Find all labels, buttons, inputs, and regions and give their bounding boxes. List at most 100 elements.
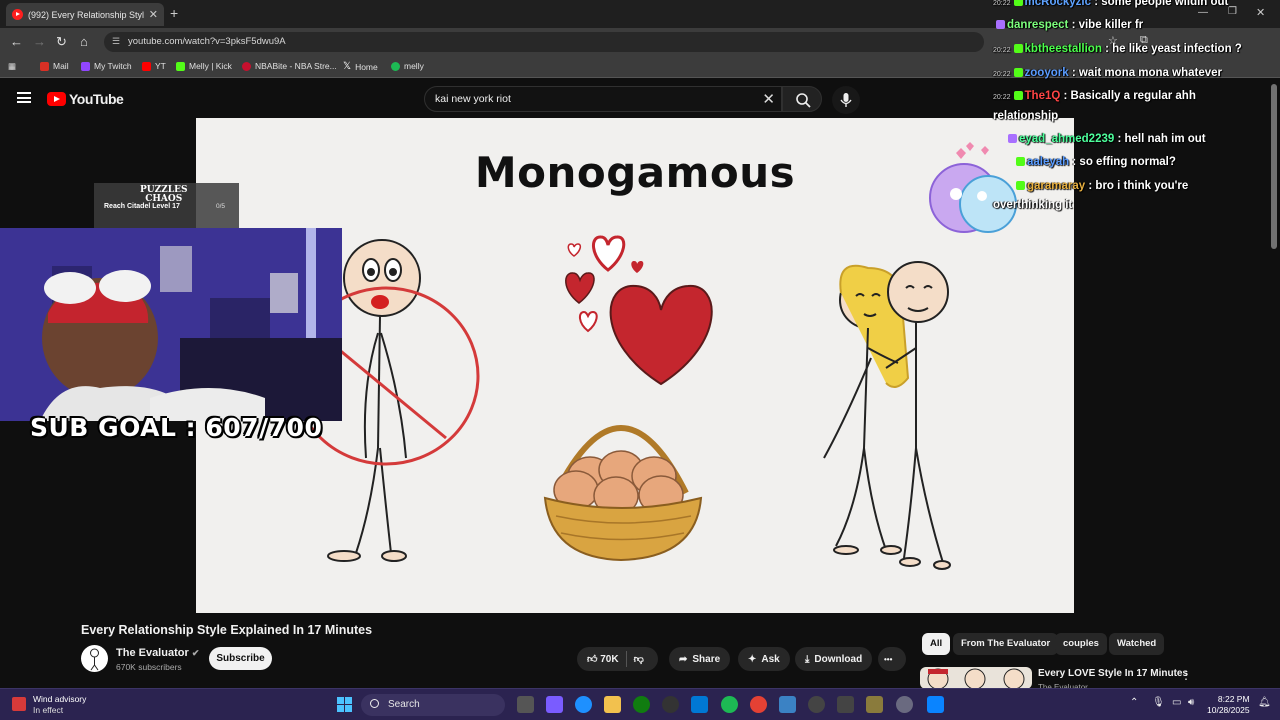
download-icon: ⤓: [805, 653, 810, 665]
reload-icon[interactable]: ↻: [56, 34, 67, 50]
like-button[interactable]: 👍︎ 70K: [587, 653, 619, 665]
youtube-favicon-icon: [12, 9, 23, 20]
taskbar-search[interactable]: Search: [361, 694, 505, 716]
recommended-more-icon[interactable]: ⋮: [1180, 668, 1192, 682]
search-icon: [370, 699, 379, 708]
recommended-title[interactable]: Every LOVE Style In 17 Minutes: [1038, 668, 1188, 679]
share-button[interactable]: ➦ Share: [669, 647, 731, 671]
chip-couples[interactable]: couples: [1055, 633, 1107, 655]
chip-from-the-evaluator[interactable]: From The Evaluator: [953, 633, 1059, 655]
app-f-icon[interactable]: [927, 696, 944, 713]
new-tab-button[interactable]: +: [170, 5, 178, 21]
chat-badge-icon: [1016, 157, 1025, 166]
voice-search-button[interactable]: [832, 86, 860, 114]
close-tab-icon[interactable]: ✕: [149, 8, 158, 21]
search-button[interactable]: [782, 86, 822, 112]
chat-message: 20:22 kbtheestallion : he like yeast infe…: [993, 43, 1242, 55]
chat-badge-icon: [1013, 91, 1023, 100]
tray-chevron-icon[interactable]: ⌃: [1130, 697, 1138, 708]
windows-start-icon[interactable]: [337, 697, 352, 712]
page-scrollbar[interactable]: [1271, 84, 1277, 249]
chat-badge-icon: [1016, 181, 1025, 190]
puzzles-chaos-logo: PUZZLES CHAOS: [140, 185, 188, 204]
media-icon[interactable]: [808, 696, 825, 713]
kick-icon: [176, 61, 185, 71]
forward-icon[interactable]: →: [33, 34, 46, 49]
chat-badge-icon: [996, 20, 1005, 29]
game-icon[interactable]: [866, 696, 883, 713]
download-button[interactable]: ⤓ Download: [795, 647, 873, 671]
task-view-icon[interactable]: [517, 696, 534, 713]
chip-watched[interactable]: Watched: [1109, 633, 1165, 655]
bookmark-kick[interactable]: Melly | Kick: [176, 61, 232, 71]
subscribe-button[interactable]: Subscribe: [209, 647, 272, 670]
edge-icon[interactable]: [575, 696, 592, 713]
tab-title: (992) Every Relationship Style E: [28, 9, 144, 20]
copilot-icon[interactable]: [546, 696, 563, 713]
menu-icon[interactable]: [17, 92, 31, 103]
recommended-thumbnail[interactable]: [920, 667, 1032, 689]
apps-grid-icon[interactable]: ▦: [8, 61, 16, 72]
chat-message: 20:22 The1Q : Basically a regular ahh: [993, 90, 1196, 102]
chat-message: garamaray : bro i think you're: [1016, 180, 1188, 192]
chat-message: aaleyah : so effing normal?: [1016, 156, 1176, 168]
chat-message: danrespect : vibe killer fr: [993, 19, 1143, 31]
xbox-icon[interactable]: [633, 696, 650, 713]
verified-icon: ✔: [191, 648, 200, 658]
bookmark-mail[interactable]: Mail: [40, 61, 69, 71]
app-icon[interactable]: [662, 696, 679, 713]
weather-alert-icon: [12, 697, 26, 711]
browser-tab[interactable]: (992) Every Relationship Style E ✕: [6, 3, 164, 26]
site-info-icon[interactable]: ☰: [112, 36, 120, 47]
photos-icon[interactable]: [779, 696, 796, 713]
chat-message-continued: overthinking it: [993, 199, 1073, 211]
puzzle-goal: Reach Citadel Level 17: [104, 203, 180, 210]
windows-taskbar: Wind advisory In effect Search ⌃ 🎙︎ ▭ 🔊︎…: [0, 688, 1280, 720]
x-icon: 𝕏: [343, 61, 352, 72]
dislike-button[interactable]: 👎︎: [634, 653, 644, 665]
channel-name[interactable]: The Evaluator ✔: [116, 647, 199, 659]
settings-icon[interactable]: [896, 696, 913, 713]
bookmark-home[interactable]: 𝕏 Home: [343, 61, 378, 72]
search-icon: [796, 93, 811, 108]
ask-button[interactable]: ✦ Ask: [738, 647, 790, 671]
obs-icon[interactable]: [837, 696, 854, 713]
screen: (992) Every Relationship Style E ✕ + — ❐…: [0, 0, 1280, 720]
volume-icon[interactable]: 🔊︎: [1188, 697, 1194, 708]
home-icon[interactable]: ⌂: [80, 34, 88, 49]
thumbnail-faces: [927, 668, 1025, 689]
chrome-icon[interactable]: [750, 696, 767, 713]
chat-message-continued: relationship: [993, 110, 1059, 122]
nba-icon: [242, 61, 251, 71]
sparkle-icon: ✦: [748, 653, 757, 665]
puzzles-chaos-widget: PUZZLES CHAOS Reach Citadel Level 17 0/5: [94, 183, 239, 228]
chat-badge-icon: [1008, 134, 1017, 143]
notification-icon[interactable]: 🔔︎: [1258, 697, 1271, 708]
store-icon[interactable]: [691, 696, 708, 713]
share-icon: ➦: [679, 653, 688, 665]
back-icon[interactable]: ←: [10, 34, 23, 49]
melly-icon: [391, 61, 400, 71]
subscriber-count: 670K subscribers: [116, 662, 182, 672]
bookmark-nbabite[interactable]: NBABite - NBA Stre...: [242, 61, 337, 71]
search-input[interactable]: kai new york riot ✕: [424, 86, 782, 112]
chat-message: eyad_ahmed2239 : hell nah im out: [1008, 133, 1206, 145]
channel-avatar[interactable]: [81, 645, 108, 672]
url-field[interactable]: ☰ youtube.com/watch?v=3pksF5dwu9A: [104, 32, 984, 52]
bookmark-melly[interactable]: melly: [391, 61, 424, 71]
youtube-logo[interactable]: YouTube: [47, 91, 124, 107]
twitch-icon: [81, 61, 90, 71]
network-icon[interactable]: ▭: [1172, 697, 1181, 708]
file-explorer-icon[interactable]: [604, 696, 621, 713]
system-clock[interactable]: 8:22 PM 10/28/2025: [1207, 694, 1250, 716]
more-actions-button[interactable]: •••: [878, 647, 906, 671]
youtube-play-icon: [47, 92, 66, 106]
thumbs-up-icon: 👍︎: [587, 654, 598, 665]
chip-all[interactable]: All: [922, 633, 951, 655]
bookmark-twitch[interactable]: My Twitch: [81, 61, 132, 71]
bookmark-yt[interactable]: YT: [142, 61, 166, 71]
spotify-icon[interactable]: [721, 696, 738, 713]
stream-chat-overlay: 20:22 mcRockyzic : some people wildin out…: [988, 0, 1280, 240]
microphone-tray-icon[interactable]: 🎙︎: [1152, 697, 1165, 708]
clear-search-icon[interactable]: ✕: [762, 90, 775, 108]
